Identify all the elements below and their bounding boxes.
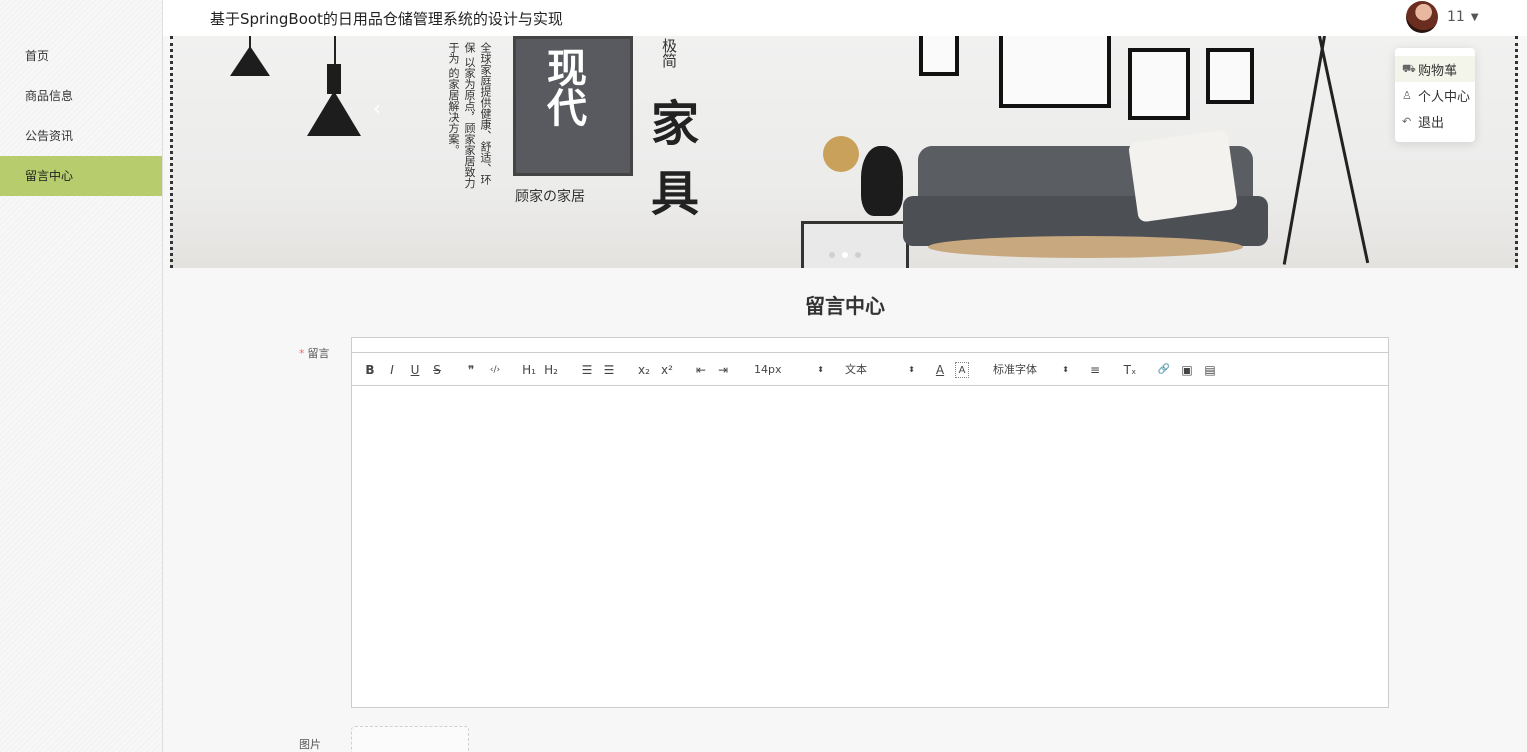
required-mark: * [299, 347, 305, 360]
side-table-image [801, 221, 909, 268]
banner-brand-top: 极简 [660, 38, 678, 68]
truck-icon: ⛟ [1402, 61, 1416, 75]
poster-text: 现代 [540, 47, 587, 127]
banner-char: 家 [651, 96, 700, 152]
carousel-dot[interactable] [842, 252, 848, 258]
pendant-lamp-image [225, 36, 275, 81]
select-arrows-icon: ⬍ [1062, 365, 1069, 374]
indent-button[interactable]: ⇥ [716, 362, 730, 378]
menu-item-profile[interactable]: ♙ 个人中心 [1395, 82, 1475, 108]
floor-lamp-image [1282, 36, 1326, 265]
menu-item-logout[interactable]: ↶ 退出 [1395, 108, 1475, 134]
sidebar-item-news[interactable]: 公告资讯 [0, 116, 162, 156]
font-family-select[interactable]: 标准字体 ⬍ [993, 362, 1069, 378]
select-arrows-icon: ⬍ [908, 365, 915, 374]
carousel-dot[interactable] [829, 252, 835, 258]
image-label: 图片 [299, 738, 321, 751]
background-color-button[interactable]: A [955, 362, 969, 378]
message-label: * 留言 [299, 345, 330, 361]
clean-format-button[interactable]: Tₓ [1122, 362, 1138, 378]
avatar[interactable] [1406, 1, 1438, 33]
carousel-indicators [829, 252, 861, 258]
subscript-button[interactable]: x₂ [636, 362, 652, 378]
editor-top-strip [352, 338, 1388, 353]
hand-cursor-icon: ☝ [1447, 60, 1457, 79]
font-family-value: 标准字体 [993, 363, 1037, 376]
video-button[interactable]: ▤ [1203, 362, 1217, 378]
image-button[interactable]: ▣ [1180, 362, 1194, 378]
app-title: 基于SpringBoot的日用品仓储管理系统的设计与实现 [210, 10, 563, 28]
user-dropdown-menu: ⛟ 购物车 ♙ 个人中心 ↶ 退出 [1395, 48, 1475, 142]
wall-frame-image [919, 36, 959, 76]
vase-image [861, 146, 903, 216]
floor-lamp-image [1318, 36, 1370, 264]
sidebar-item-products[interactable]: 商品信息 [0, 76, 162, 116]
pendant-lamp-image [305, 36, 365, 146]
link-button[interactable]: 🔗 [1157, 362, 1171, 378]
bold-button[interactable]: B [364, 362, 376, 378]
pillow-image [1127, 129, 1239, 223]
editor-toolbar: B I U S ❞ ‹/› H₁ H₂ ☰ ☰ x₂ x² ⇤ ⇥ 14px ⬍ … [352, 353, 1388, 386]
menu-item-label: 个人中心 [1418, 89, 1471, 105]
banner-vertical-text: 全球家庭提供健康、舒适、环保 以家为原点，顾家家居致力于为 的家居解决方案。 [445, 42, 493, 192]
banner-poster: 现代 [513, 36, 633, 176]
logout-icon: ↶ [1402, 114, 1412, 128]
banner-char: 具 [651, 166, 700, 222]
menu-item-label: 退出 [1418, 115, 1445, 131]
header-format-select[interactable]: 文本 ⬍ [845, 362, 915, 378]
underline-button[interactable]: U [409, 362, 421, 378]
user-icon: ♙ [1402, 88, 1412, 102]
wall-frame-image [999, 36, 1111, 108]
image-upload-box[interactable] [351, 726, 469, 752]
wall-frame-image [1128, 48, 1190, 120]
ordered-list-button[interactable]: ☰ [580, 362, 594, 378]
text-color-button[interactable]: A [933, 362, 947, 378]
strike-button[interactable]: S [431, 362, 443, 378]
user-menu-trigger[interactable]: 11 ▼ [1406, 1, 1479, 33]
superscript-button[interactable]: x² [659, 362, 675, 378]
carousel-dot[interactable] [855, 252, 861, 258]
outdent-button[interactable]: ⇤ [694, 362, 708, 378]
wall-frame-image [1206, 48, 1254, 104]
user-name[interactable]: 11 [1447, 9, 1465, 25]
editor-content-area[interactable] [352, 386, 1388, 706]
italic-button[interactable]: I [386, 362, 398, 378]
blockquote-button[interactable]: ❞ [464, 362, 478, 378]
banner-text-line: 的家居解决方案。 [447, 67, 460, 156]
banner-sub-brand: 顾家の家居 [515, 189, 585, 205]
top-header: 基于SpringBoot的日用品仓储管理系统的设计与实现 11 ▼ [163, 0, 1527, 36]
message-label-text: 留言 [307, 347, 330, 360]
align-button[interactable]: ≡ [1088, 362, 1102, 378]
heading1-button[interactable]: H₁ [520, 362, 538, 378]
font-size-value: 14px [754, 363, 782, 376]
bullet-list-button[interactable]: ☰ [602, 362, 616, 378]
header-format-value: 文本 [845, 363, 867, 376]
code-block-button[interactable]: ‹/› [486, 362, 504, 378]
caret-down-icon[interactable]: ▼ [1471, 12, 1479, 23]
heading2-button[interactable]: H₂ [542, 362, 560, 378]
carousel-prev-arrow[interactable]: ‹ [373, 96, 381, 120]
desk-lamp-image [823, 136, 859, 172]
sidebar: 首页 商品信息 公告资讯 留言中心 [0, 0, 163, 752]
banner-carousel: ‹ 全球家庭提供健康、舒适、环保 以家为原点，顾家家居致力于为 的家居解决方案。… [170, 36, 1518, 268]
font-size-select[interactable]: 14px ⬍ [754, 362, 824, 378]
menu-item-cart[interactable]: ⛟ 购物车 [1395, 56, 1475, 82]
sidebar-item-home[interactable]: 首页 [0, 36, 162, 76]
page-title: 留言中心 [805, 294, 885, 318]
select-arrows-icon: ⬍ [817, 365, 824, 374]
sidebar-item-messages[interactable]: 留言中心 [0, 156, 162, 196]
coffee-table-image [928, 236, 1243, 258]
rich-text-editor: B I U S ❞ ‹/› H₁ H₂ ☰ ☰ x₂ x² ⇤ ⇥ 14px ⬍ … [351, 337, 1389, 708]
